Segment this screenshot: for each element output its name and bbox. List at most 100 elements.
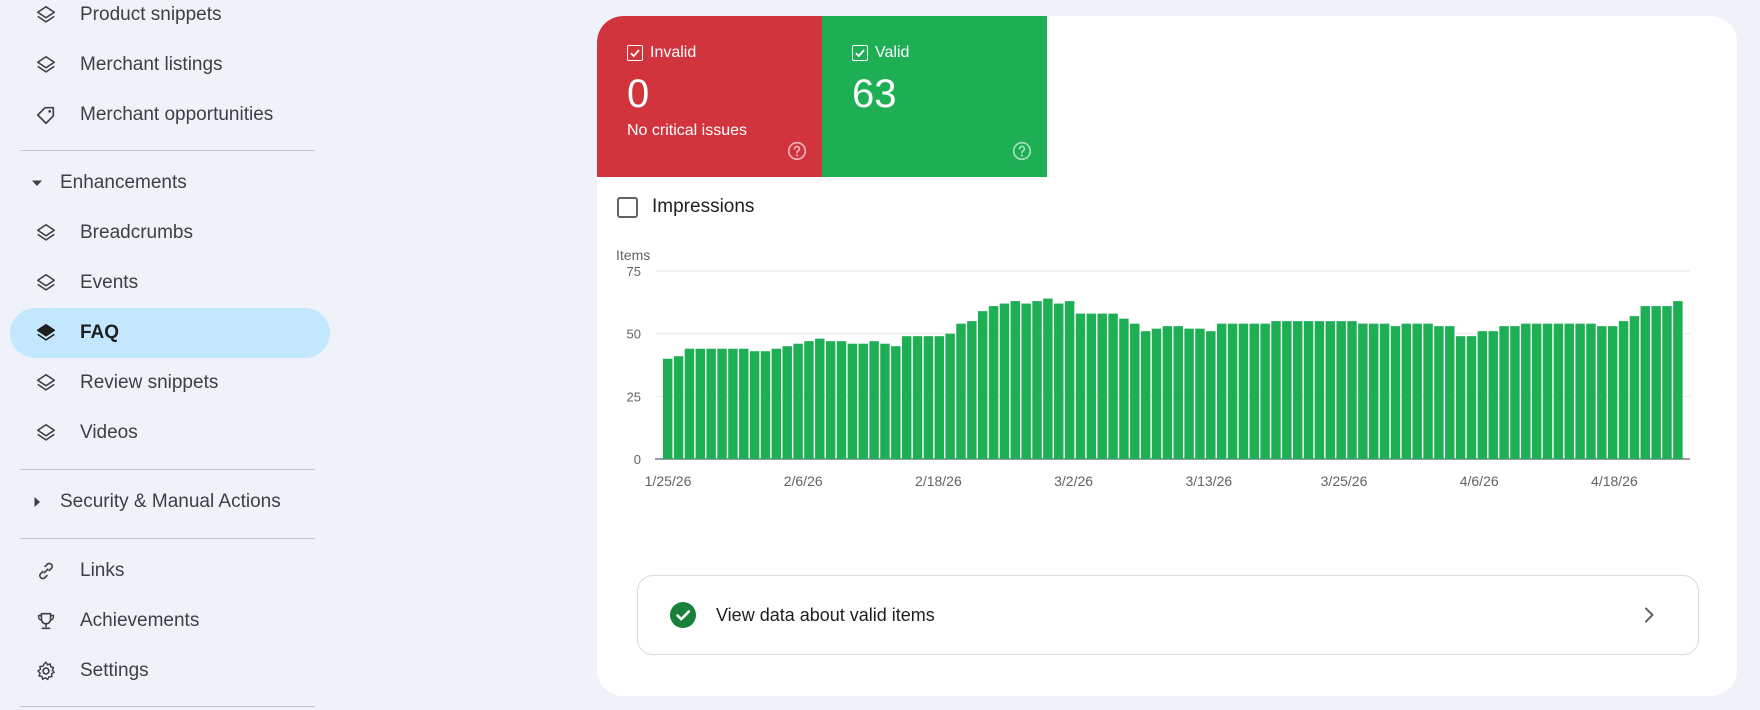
chart-bar	[988, 306, 999, 459]
x-tick-label: 2/6/26	[784, 473, 823, 489]
layers-icon	[34, 271, 58, 295]
chart-bar	[1216, 323, 1227, 459]
section-label: Enhancements	[60, 172, 187, 193]
chart-bar	[934, 336, 945, 459]
chart-bar	[1140, 331, 1151, 459]
sidebar-item-achievements[interactable]: Achievements	[10, 596, 330, 646]
valid-status-tile[interactable]: Valid 63	[822, 16, 1047, 177]
chart-bar	[836, 341, 847, 459]
help-icon[interactable]	[787, 141, 807, 161]
sidebar-item-label: Merchant opportunities	[80, 104, 274, 125]
chart-bar	[1510, 326, 1520, 459]
sidebar-item-links[interactable]: Links	[10, 546, 330, 596]
link-icon	[34, 559, 58, 583]
bar-chart: Items 0 25 50 75 1/25/26 2/6/26 2/18/26 3/2/26 3/…	[616, 247, 1690, 489]
chart-bar	[1640, 306, 1651, 459]
x-tick-label: 1/25/26	[645, 473, 692, 489]
trophy-icon	[34, 609, 58, 633]
enhancements-section-header[interactable]: Enhancements	[30, 163, 187, 203]
chart-bar	[739, 348, 749, 459]
checkbox-checked-icon[interactable]	[852, 45, 868, 61]
checkbox-checked-icon[interactable]	[627, 45, 643, 61]
chart-bar	[825, 341, 836, 459]
sidebar-item-label: Settings	[80, 660, 149, 681]
gear-icon	[34, 659, 58, 683]
chart-bar	[728, 348, 738, 459]
chart-bar	[1564, 323, 1574, 459]
sidebar-item-settings[interactable]: Settings	[10, 646, 330, 696]
chart-bar	[706, 348, 716, 459]
impressions-checkbox[interactable]	[617, 196, 638, 218]
chart-bar	[1108, 313, 1118, 459]
sidebar-item-faq[interactable]: FAQ	[10, 308, 330, 358]
chart-bar	[717, 348, 727, 459]
sidebar-item-videos[interactable]: Videos	[10, 408, 330, 458]
chart-bar	[760, 351, 771, 459]
invalid-count: 0	[627, 72, 650, 116]
chart-bar	[880, 343, 890, 459]
chart-bar	[847, 343, 858, 459]
help-icon[interactable]	[1012, 141, 1032, 161]
sidebar-item-label: Review snippets	[80, 372, 219, 393]
chart-bar	[1466, 336, 1477, 459]
chart-bar	[1358, 323, 1368, 459]
invalid-subtext: No critical issues	[627, 122, 748, 139]
chart-bar	[999, 303, 1010, 459]
chart-bar	[1586, 323, 1596, 459]
security-section-header[interactable]: Security & Manual Actions	[30, 482, 281, 522]
impressions-label: Impressions	[652, 196, 755, 217]
view-valid-items-label: View data about valid items	[716, 604, 935, 625]
sidebar-item-label: Product snippets	[80, 4, 222, 25]
chart-bar	[1499, 326, 1509, 459]
chart-bar	[804, 341, 814, 459]
view-valid-items-link[interactable]: View data about valid items	[637, 575, 1699, 655]
sidebar-item-product-snippets[interactable]: Product snippets	[10, 0, 330, 40]
layers-icon	[34, 371, 58, 395]
x-tick-label: 3/13/26	[1185, 473, 1232, 489]
chart-bar	[815, 338, 825, 459]
sidebar-divider	[20, 469, 315, 470]
invalid-status-tile[interactable]: Invalid 0 No critical issues	[597, 16, 822, 177]
tag-icon	[34, 103, 58, 127]
chart-bar	[1521, 323, 1531, 459]
chart-bar	[1325, 321, 1336, 459]
sidebar-item-breadcrumbs[interactable]: Breadcrumbs	[10, 208, 330, 258]
chart-bar	[912, 336, 923, 459]
chart-bar	[901, 336, 912, 459]
section-label: Security & Manual Actions	[60, 491, 281, 512]
chart-bar	[945, 333, 955, 459]
chart-bar	[1423, 323, 1433, 459]
chart-bar	[1662, 306, 1672, 459]
sidebar-item-merchant-opportunities[interactable]: Merchant opportunities	[10, 90, 330, 140]
x-tick-label: 3/2/26	[1054, 473, 1093, 489]
chart-bar	[1488, 331, 1498, 459]
x-tick-label: 2/18/26	[915, 473, 962, 489]
sidebar-item-label: Links	[80, 560, 125, 581]
sidebar-divider	[20, 150, 315, 151]
chart-bar	[1162, 326, 1173, 459]
caret-down-icon	[30, 177, 44, 189]
x-tick-label: 3/25/26	[1321, 473, 1368, 489]
chart-bar	[1336, 321, 1346, 459]
valid-count: 63	[852, 72, 897, 116]
sidebar-item-label: Merchant listings	[80, 54, 223, 75]
chart-bar	[1206, 331, 1216, 459]
chart-bar	[1032, 301, 1042, 459]
chart-bar	[1673, 301, 1683, 459]
chart-bar	[1390, 326, 1401, 459]
sidebar-item-events[interactable]: Events	[10, 258, 330, 308]
chart-bar	[749, 351, 760, 459]
y-tick-label: 0	[634, 452, 641, 467]
chart-bar	[1434, 326, 1444, 459]
sidebar-item-merchant-listings[interactable]: Merchant listings	[10, 40, 330, 90]
sidebar-divider	[20, 538, 315, 539]
sidebar-item-review-snippets[interactable]: Review snippets	[10, 358, 330, 408]
chart-bar	[1195, 328, 1205, 459]
chart-bar	[858, 343, 868, 459]
chart-bar	[1445, 326, 1455, 459]
chart-bar	[977, 311, 988, 459]
impressions-toggle[interactable]: Impressions	[617, 196, 754, 218]
chart-bar	[1575, 323, 1585, 459]
chart-bar	[1227, 323, 1238, 459]
chart-bar	[793, 343, 803, 459]
